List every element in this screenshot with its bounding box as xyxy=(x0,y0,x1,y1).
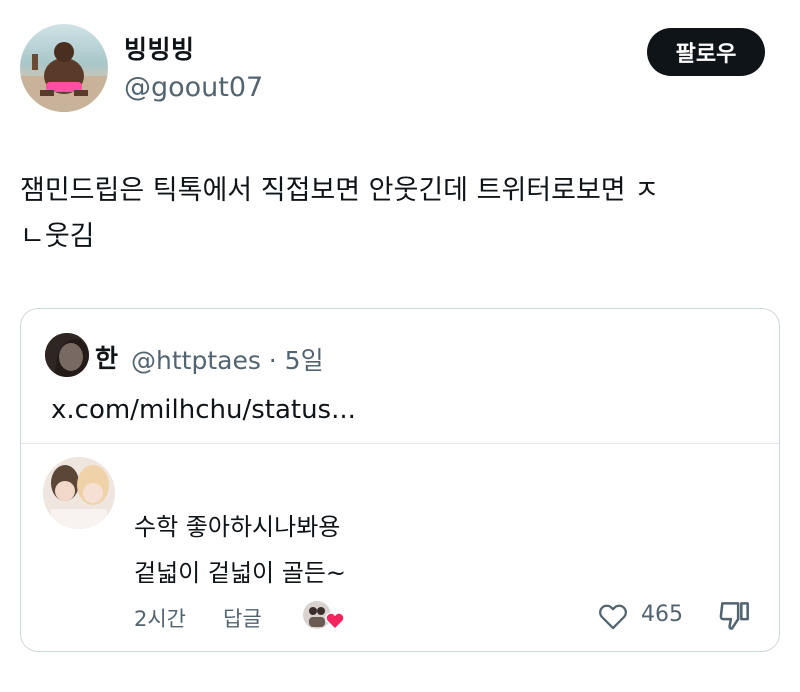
comment-timestamp: 2시간 xyxy=(134,607,187,631)
author-display-name[interactable]: 빙빙빙 xyxy=(124,30,195,66)
quote-author-avatar[interactable] xyxy=(45,333,89,377)
comment-text-line: 수학 좋아하시나봐용 xyxy=(134,513,341,541)
commenter-avatar[interactable] xyxy=(43,457,115,529)
quote-author-handle-time[interactable]: @httptaes · 5일 xyxy=(131,341,324,377)
quote-tweet-card[interactable]: 한 @httptaes · 5일 x.com/milhchu/status...… xyxy=(20,308,780,652)
reply-button[interactable]: 답글 xyxy=(223,603,262,633)
tweet-text-line: 잼민드립은 틱톡에서 직접보면 안웃긴데 트위터로보면 ㅈ xyxy=(20,175,660,206)
follow-button[interactable]: 팔로우 xyxy=(647,28,765,76)
profile-photo-icon xyxy=(43,457,115,529)
profile-photo-icon xyxy=(45,333,89,377)
creator-liked-heart-icon xyxy=(303,601,345,631)
quote-author-name[interactable]: 한 xyxy=(95,339,118,375)
profile-photo-icon xyxy=(20,42,108,112)
author-handle[interactable]: @goout07 xyxy=(124,72,263,103)
tweet-text-line: ㄴ웃김 xyxy=(20,221,95,252)
author-avatar[interactable] xyxy=(20,24,108,112)
quote-link[interactable]: x.com/milhchu/status... xyxy=(51,395,356,425)
like-count: 465 xyxy=(641,602,683,627)
comment-text-line: 겉넓이 겉넓이 골든~ xyxy=(134,559,347,587)
divider xyxy=(21,443,779,444)
heart-icon[interactable] xyxy=(595,599,631,633)
thumbs-down-icon[interactable] xyxy=(715,597,755,635)
tweet-text: 잼민드립은 틱톡에서 직접보면 안웃긴데 트위터로보면 ㅈ ㄴ웃김 xyxy=(20,168,780,260)
